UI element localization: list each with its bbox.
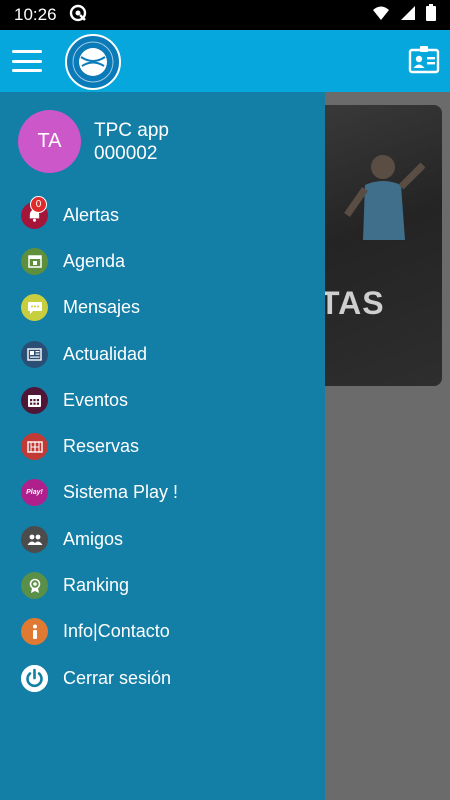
wifi-icon xyxy=(372,5,390,26)
menu-item-agenda[interactable]: Agenda xyxy=(0,238,325,284)
status-bar: 10:26 xyxy=(0,0,450,30)
app-bar xyxy=(0,30,450,92)
menu-toggle-button[interactable] xyxy=(12,47,42,75)
menu-item-label: Agenda xyxy=(63,250,126,271)
menu-item-ranking[interactable]: Ranking xyxy=(0,562,325,608)
hamburger-line xyxy=(12,59,42,63)
contact-card-icon xyxy=(408,46,440,74)
hamburger-line xyxy=(12,69,42,72)
friends-icon xyxy=(21,525,48,553)
court-icon xyxy=(21,433,48,461)
menu-item-label: Cerrar sesión xyxy=(63,667,172,688)
menu-item-label: Alertas xyxy=(63,204,120,225)
menu-item-sistema-play[interactable]: Play! Sistema Play ! xyxy=(0,470,325,516)
background-alerts-card: TAS xyxy=(305,105,442,386)
menu-item-label: Reservas xyxy=(63,436,140,457)
menu-item-mensajes[interactable]: Mensajes xyxy=(0,285,325,331)
menu-item-label: Mensajes xyxy=(63,297,141,318)
alerts-badge: 0 xyxy=(30,195,47,213)
menu-item-cerrar-sesion[interactable]: Cerrar sesión xyxy=(0,655,325,701)
menu-item-label: Info|Contacto xyxy=(63,621,170,642)
chat-bubble-icon xyxy=(21,294,48,322)
menu-item-label: Actualidad xyxy=(63,343,148,364)
contact-card-button[interactable] xyxy=(408,44,440,76)
navigation-drawer: TA TPC app 000002 0 Alertas Agenda Mensa… xyxy=(0,92,325,800)
status-time: 10:26 xyxy=(14,5,57,24)
player-image xyxy=(344,155,425,240)
menu-item-info-contacto[interactable]: Info|Contacto xyxy=(0,609,325,655)
hamburger-line xyxy=(12,50,42,53)
menu-item-reservas[interactable]: Reservas xyxy=(0,423,325,469)
profile-info: TPC app 000002 xyxy=(94,119,169,165)
menu-item-eventos[interactable]: Eventos xyxy=(0,377,325,423)
data-saver-icon xyxy=(69,4,87,27)
avatar-initials: TA xyxy=(37,130,62,152)
newspaper-icon xyxy=(21,340,48,368)
club-logo xyxy=(64,33,122,91)
menu-item-actualidad[interactable]: Actualidad xyxy=(0,331,325,377)
avatar: TA xyxy=(18,110,81,173)
calendar-grid-icon xyxy=(21,386,48,414)
info-icon xyxy=(21,618,48,646)
menu-item-label: Eventos xyxy=(63,389,129,410)
drawer-menu: 0 Alertas Agenda Mensajes Actualidad Eve… xyxy=(0,192,325,701)
play-icon: Play! xyxy=(21,479,48,507)
profile-header[interactable]: TA TPC app 000002 xyxy=(18,110,169,173)
menu-item-label: Ranking xyxy=(63,575,130,596)
power-icon xyxy=(21,664,48,692)
profile-id: 000002 xyxy=(94,142,158,164)
medal-icon xyxy=(21,572,48,600)
menu-item-amigos[interactable]: Amigos xyxy=(0,516,325,562)
battery-icon xyxy=(426,4,436,26)
calendar-icon xyxy=(21,247,48,275)
menu-item-label: Amigos xyxy=(63,528,124,549)
profile-name: TPC app xyxy=(94,119,169,141)
menu-item-alertas[interactable]: 0 Alertas xyxy=(0,192,325,238)
bell-icon: 0 xyxy=(21,195,48,229)
background-card-title: TAS xyxy=(320,285,385,321)
signal-icon xyxy=(400,5,416,26)
menu-item-label: Sistema Play ! xyxy=(63,482,179,503)
